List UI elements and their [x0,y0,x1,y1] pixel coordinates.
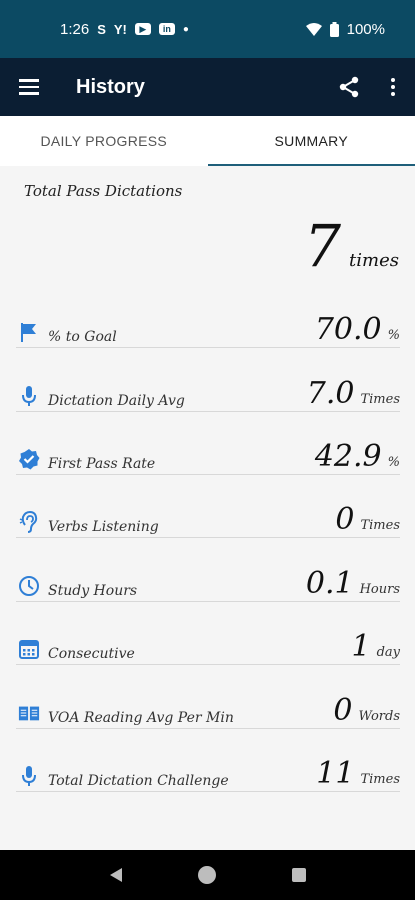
microphone-icon [18,385,40,407]
flag-icon [18,321,40,343]
stat-value: 11 Times [316,759,400,789]
stat-label: VOA Reading Avg Per Min [48,710,234,726]
stat-row-consecutive: Consecutive 1 day [16,629,400,665]
stat-value: 0 Times [335,505,400,535]
calendar-icon [18,638,40,660]
stat-value: 42.9 % [315,442,400,472]
s-icon: S [97,21,106,37]
stat-label: Study Hours [48,583,138,599]
home-icon[interactable] [187,855,227,895]
verified-badge-icon [18,448,40,470]
app-bar: History [0,58,415,116]
stat-number: 1 [351,629,371,664]
stat-value: 70.0 % [315,315,400,345]
stat-label: Verbs Listening [48,519,159,535]
stat-number: 0 [335,502,355,537]
stat-unit: day [376,645,400,660]
page-title: History [76,75,145,98]
stat-row-study-hours: Study Hours 0.1 Hours [16,566,400,602]
stat-row-voa-reading: VOA Reading Avg Per Min 0 Words [16,693,400,729]
stat-unit: Times [360,772,400,787]
stat-row-total-dictation-challenge: Total Dictation Challenge 11 Times [16,756,400,792]
youtube-icon: ▶ [134,23,151,35]
stat-label: Total Dictation Challenge [48,773,229,789]
total-pass-number: 7 [304,212,342,280]
total-pass-unit: times [349,250,399,271]
stat-number: 42.9 [314,439,382,474]
share-icon[interactable] [327,58,371,116]
stat-value: 1 day [351,632,400,662]
stat-unit: % [387,455,400,470]
menu-icon[interactable] [0,58,76,116]
total-pass-value: 7 times [304,212,399,280]
stat-unit: Times [360,518,400,533]
stat-unit: Times [360,392,400,407]
battery-percent: 100% [346,20,385,38]
status-time: 1:26 [60,20,90,38]
wifi-icon [305,22,322,36]
stat-unit: Words [358,709,400,724]
stat-value: 0 Words [333,696,400,726]
back-icon[interactable] [96,855,136,895]
battery-icon [329,21,339,37]
status-bar: 1:26 S Y! ▶ in ● 100% [0,0,415,58]
status-left: 1:26 S Y! ▶ in ● [60,21,189,38]
yahoo-icon: Y! [113,21,127,37]
linkedin-icon: in [158,23,175,35]
tab-summary[interactable]: SUMMARY [207,116,415,166]
microphone-icon [18,765,40,787]
stat-number: 0 [333,693,353,728]
book-icon [18,702,40,724]
tab-daily-progress[interactable]: DAILY PROGRESS [0,116,208,166]
stat-value: 7.0 Times [307,379,400,409]
stat-row-goal: % to Goal 70.0 % [16,312,400,348]
stat-value: 0.1 Hours [306,569,400,599]
tab-bar: DAILY PROGRESS SUMMARY [0,116,415,166]
total-pass-label: Total Pass Dictations [24,182,183,200]
stat-number: 11 [316,756,355,791]
dot-icon: ● [182,23,189,35]
stat-unit: % [387,328,400,343]
stat-label: % to Goal [48,329,117,345]
stat-number: 0.1 [305,566,354,601]
stat-row-dictation-daily-avg: Dictation Daily Avg 7.0 Times [16,376,400,412]
stat-row-verbs-listening: Verbs Listening 0 Times [16,502,400,538]
stat-label: First Pass Rate [48,456,156,472]
stat-label: Dictation Daily Avg [48,393,185,409]
stat-label: Consecutive [48,646,135,662]
ear-icon [18,511,40,533]
summary-panel: Total Pass Dictations 7 times % to Goal … [0,166,415,850]
more-options-icon[interactable] [371,58,415,116]
stat-unit: Hours [359,582,400,597]
recents-icon[interactable] [279,855,319,895]
clock-icon [18,575,40,597]
system-nav-bar [0,850,415,900]
stat-number: 7.0 [306,376,355,411]
stat-number: 70.0 [314,312,382,347]
status-right: 100% [305,20,385,38]
stat-row-first-pass-rate: First Pass Rate 42.9 % [16,439,400,475]
